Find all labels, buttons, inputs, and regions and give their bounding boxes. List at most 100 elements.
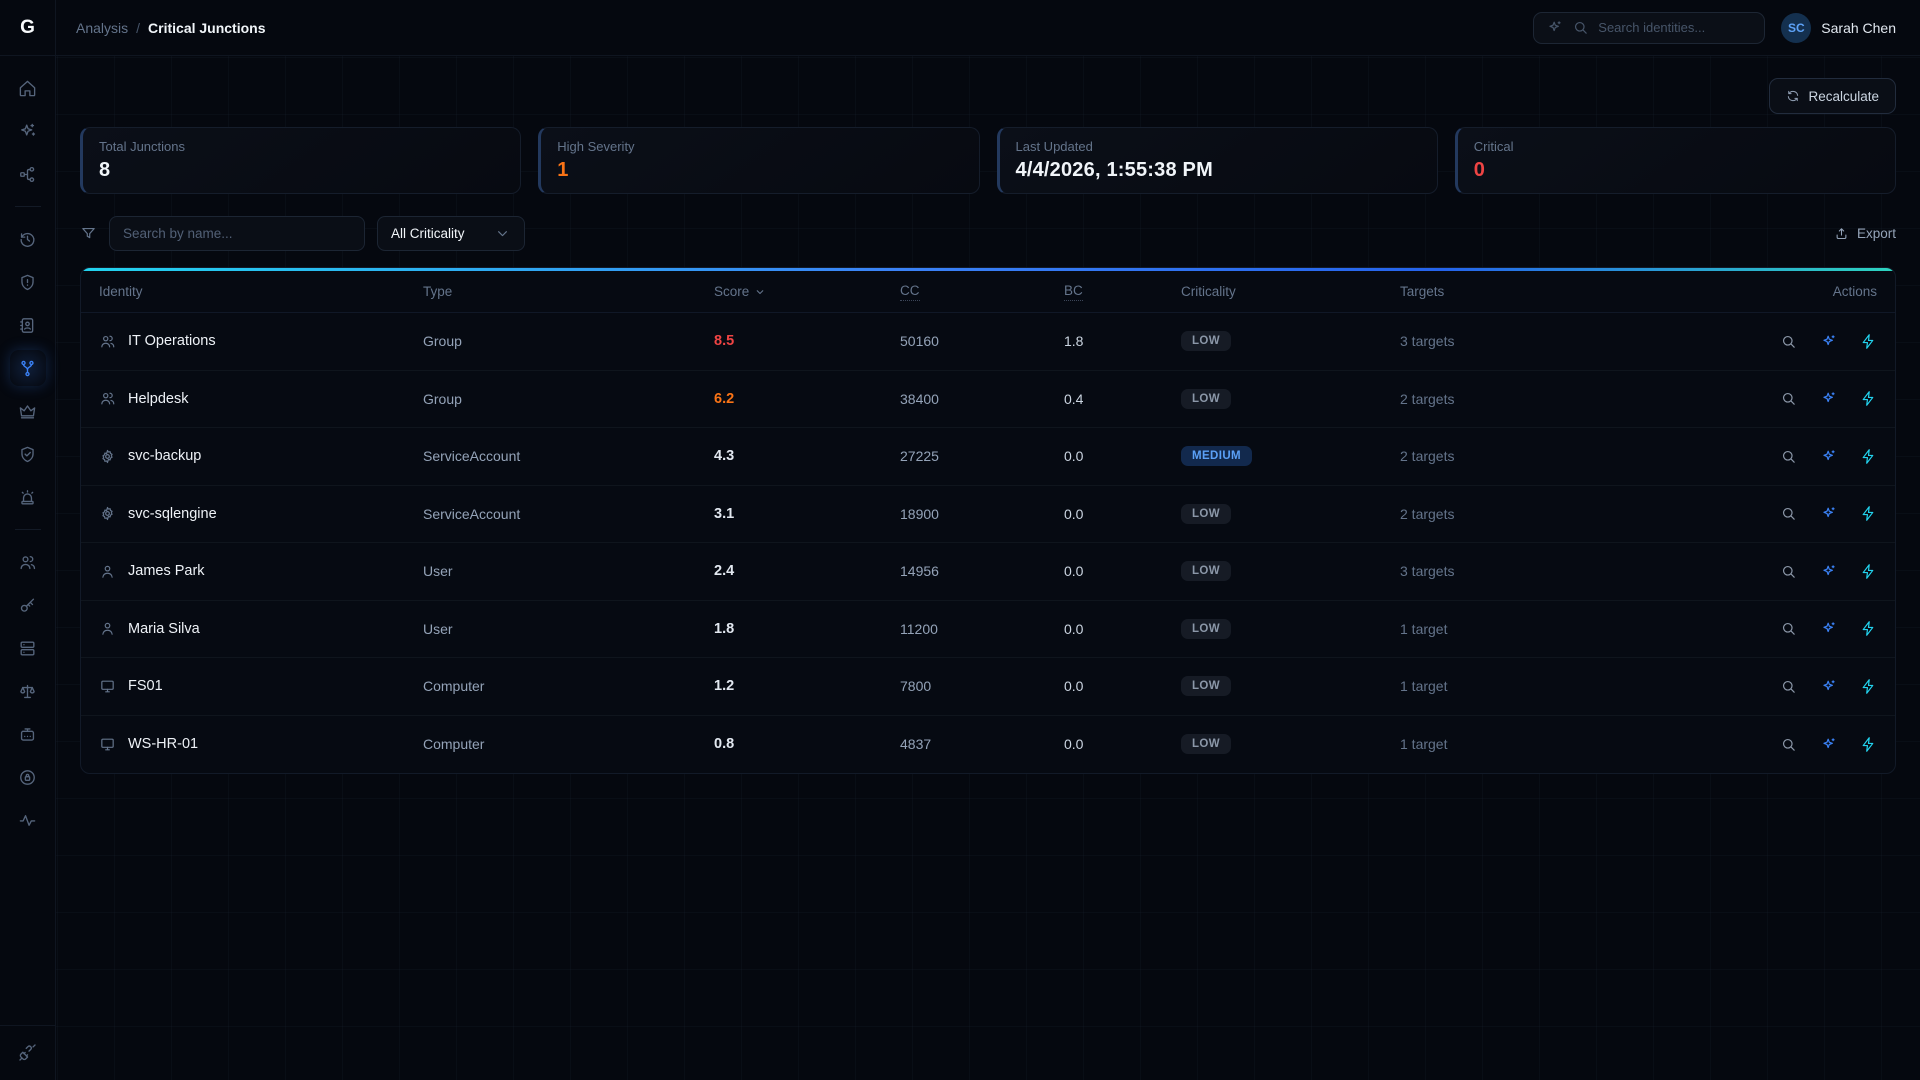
stat-value: 8: [99, 159, 504, 182]
stat-value: 4/4/2026, 1:55:38 PM: [1016, 159, 1421, 182]
identity-name: FS01: [128, 678, 163, 694]
column-header-cc[interactable]: CC: [900, 283, 1064, 301]
sidebar-item-shield-check-icon[interactable]: [10, 436, 46, 472]
ai-analyze-icon[interactable]: [1820, 563, 1837, 580]
sidebar-item-scales-icon[interactable]: [10, 673, 46, 709]
global-search[interactable]: [1533, 12, 1765, 44]
criticality-filter-select[interactable]: All Criticality: [377, 216, 525, 251]
sort-desc-icon: [754, 286, 766, 298]
inspect-icon[interactable]: [1780, 563, 1797, 580]
column-header-criticality[interactable]: Criticality: [1181, 284, 1400, 299]
inspect-icon[interactable]: [1780, 333, 1797, 350]
sidebar-item-key-icon[interactable]: [10, 587, 46, 623]
row-actions: [1727, 505, 1877, 522]
simulate-attack-icon[interactable]: [1860, 333, 1877, 350]
column-header-bc[interactable]: BC: [1064, 283, 1181, 301]
recalculate-button[interactable]: Recalculate: [1769, 78, 1896, 114]
score-cell: 1.2: [714, 678, 900, 694]
sidebar-item-sparkles-icon[interactable]: [10, 113, 46, 149]
simulate-attack-icon[interactable]: [1860, 390, 1877, 407]
table-row[interactable]: IT Operations Group 8.5 50160 1.8 LOW 3 …: [81, 313, 1895, 371]
app-logo[interactable]: G: [0, 0, 56, 56]
sidebar-item-siren-icon[interactable]: [10, 479, 46, 515]
avatar[interactable]: SC: [1781, 13, 1811, 43]
table-row[interactable]: svc-backup ServiceAccount 4.3 27225 0.0 …: [81, 428, 1895, 486]
table-row[interactable]: WS-HR-01 Computer 0.8 4837 0.0 LOW 1 tar…: [81, 716, 1895, 774]
ai-analyze-icon[interactable]: [1820, 505, 1837, 522]
table-body: IT Operations Group 8.5 50160 1.8 LOW 3 …: [81, 313, 1895, 773]
type-cell: Computer: [423, 678, 714, 694]
junctions-table: Identity Type Score CC BC Criticality Ta…: [80, 267, 1896, 774]
ai-analyze-icon[interactable]: [1820, 736, 1837, 753]
user-chip[interactable]: SC Sarah Chen: [1781, 13, 1896, 43]
bc-cell: 0.0: [1064, 448, 1181, 464]
stat-card: Total Junctions 8: [80, 127, 521, 194]
table-row[interactable]: svc-sqlengine ServiceAccount 3.1 18900 0…: [81, 486, 1895, 544]
ai-analyze-icon[interactable]: [1820, 678, 1837, 695]
sidebar-item-id-book-icon[interactable]: [10, 307, 46, 343]
sidebar-item-network-icon[interactable]: [10, 156, 46, 192]
refresh-icon: [1786, 89, 1800, 103]
targets-cell: 1 target: [1400, 621, 1727, 637]
table-row[interactable]: James Park User 2.4 14956 0.0 LOW 3 targ…: [81, 543, 1895, 601]
table-row[interactable]: Helpdesk Group 6.2 38400 0.4 LOW 2 targe…: [81, 371, 1895, 429]
identity-cell: Maria Silva: [99, 620, 423, 637]
column-header-actions: Actions: [1727, 284, 1877, 299]
column-header-targets[interactable]: Targets: [1400, 284, 1727, 299]
criticality-cell: LOW: [1181, 676, 1400, 696]
sidebar-item-home-icon[interactable]: [10, 70, 46, 106]
sidebar-item-lock-circle-icon[interactable]: [10, 759, 46, 795]
sidebar-item-activity-icon[interactable]: [10, 802, 46, 838]
inspect-icon[interactable]: [1780, 736, 1797, 753]
score-cell: 1.8: [714, 621, 900, 637]
column-header-type[interactable]: Type: [423, 284, 714, 299]
targets-cell: 2 targets: [1400, 448, 1727, 464]
name-filter-input[interactable]: [109, 216, 365, 251]
score-cell: 8.5: [714, 333, 900, 349]
ai-analyze-icon[interactable]: [1820, 448, 1837, 465]
sidebar-divider: [15, 206, 41, 207]
simulate-attack-icon[interactable]: [1860, 736, 1877, 753]
criticality-badge: MEDIUM: [1181, 446, 1252, 466]
column-header-score[interactable]: Score: [714, 284, 900, 299]
ai-analyze-icon[interactable]: [1820, 390, 1837, 407]
stat-label: High Severity: [557, 139, 962, 154]
simulate-attack-icon[interactable]: [1860, 563, 1877, 580]
sidebar-item-junction-icon[interactable]: [10, 350, 46, 386]
sidebar-item-bot-icon[interactable]: [10, 716, 46, 752]
simulate-attack-icon[interactable]: [1860, 448, 1877, 465]
identity-type-icon: [99, 736, 116, 753]
inspect-icon[interactable]: [1780, 678, 1797, 695]
chevron-down-icon: [494, 225, 511, 242]
sidebar-item-server-icon[interactable]: [10, 630, 46, 666]
breadcrumb-separator: /: [136, 20, 140, 36]
criticality-cell: LOW: [1181, 504, 1400, 524]
column-header-identity[interactable]: Identity: [99, 284, 423, 299]
disconnect-icon[interactable]: [14, 1038, 42, 1066]
sidebar-item-crown-icon[interactable]: [10, 393, 46, 429]
targets-cell: 1 target: [1400, 678, 1727, 694]
simulate-attack-icon[interactable]: [1860, 678, 1877, 695]
sidebar-item-history-icon[interactable]: [10, 221, 46, 257]
global-search-input[interactable]: [1598, 20, 1752, 35]
sidebar-item-shield-alert-icon[interactable]: [10, 264, 46, 300]
table-row[interactable]: Maria Silva User 1.8 11200 0.0 LOW 1 tar…: [81, 601, 1895, 659]
sidebar-item-users-icon[interactable]: [10, 544, 46, 580]
inspect-icon[interactable]: [1780, 620, 1797, 637]
inspect-icon[interactable]: [1780, 390, 1797, 407]
cc-cell: 4837: [900, 736, 1064, 752]
table-row[interactable]: FS01 Computer 1.2 7800 0.0 LOW 1 target: [81, 658, 1895, 716]
simulate-attack-icon[interactable]: [1860, 505, 1877, 522]
inspect-icon[interactable]: [1780, 505, 1797, 522]
inspect-icon[interactable]: [1780, 448, 1797, 465]
ai-analyze-icon[interactable]: [1820, 620, 1837, 637]
cc-cell: 27225: [900, 448, 1064, 464]
table-header-row: Identity Type Score CC BC Criticality Ta…: [81, 271, 1895, 313]
identity-type-icon: [99, 448, 116, 465]
breadcrumb-parent[interactable]: Analysis: [76, 20, 128, 36]
ai-analyze-icon[interactable]: [1820, 333, 1837, 350]
type-cell: User: [423, 621, 714, 637]
export-button[interactable]: Export: [1834, 226, 1896, 241]
criticality-badge: LOW: [1181, 389, 1231, 409]
simulate-attack-icon[interactable]: [1860, 620, 1877, 637]
